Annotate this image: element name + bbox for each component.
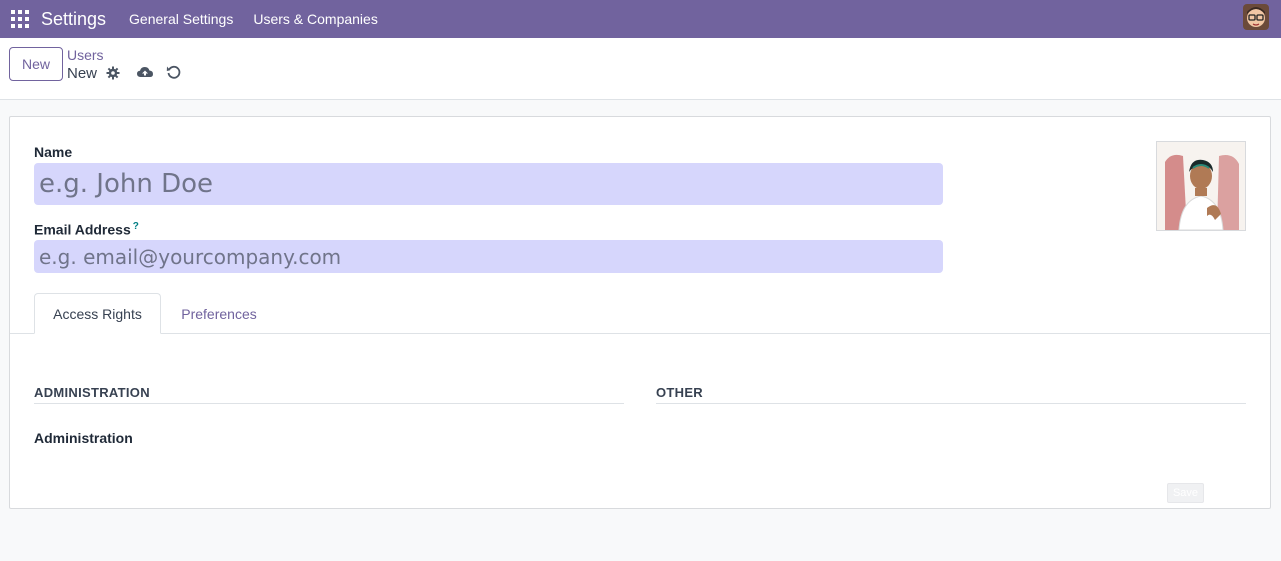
save-button[interactable]: Save [1167, 483, 1204, 503]
user-avatar[interactable] [1243, 4, 1269, 30]
name-input[interactable] [34, 163, 943, 205]
control-panel: New Users New [0, 38, 1281, 100]
email-input[interactable] [34, 240, 943, 273]
breadcrumb-users[interactable]: Users [67, 47, 104, 63]
form-sheet: Name Email Address? Access Rights Prefer… [9, 116, 1271, 509]
other-group-title: OTHER [656, 385, 703, 400]
apps-menu-icon[interactable] [0, 0, 40, 38]
email-label-text: Email Address [34, 221, 131, 238]
menu-general-settings[interactable]: General Settings [119, 0, 243, 38]
breadcrumb-current-record: New [67, 65, 98, 82]
tab-preferences[interactable]: Preferences [161, 293, 277, 334]
new-button[interactable]: New [9, 47, 63, 81]
administration-field-label: Administration [34, 430, 133, 446]
user-photo[interactable] [1156, 141, 1246, 231]
email-label: Email Address? [34, 221, 139, 238]
app-name[interactable]: Settings [41, 9, 106, 30]
menu-users-companies[interactable]: Users & Companies [243, 0, 388, 38]
other-group-divider [656, 403, 1246, 404]
help-icon[interactable]: ? [133, 221, 139, 232]
top-navbar: Settings General Settings Users & Compan… [0, 0, 1281, 38]
administration-group-title: ADMINISTRATION [34, 385, 150, 400]
gear-icon[interactable] [105, 65, 121, 81]
name-label: Name [34, 144, 73, 160]
save-cloud-icon[interactable] [136, 64, 154, 80]
administration-group-divider [34, 403, 624, 404]
tab-access-rights[interactable]: Access Rights [34, 293, 161, 334]
discard-icon[interactable] [166, 64, 182, 80]
